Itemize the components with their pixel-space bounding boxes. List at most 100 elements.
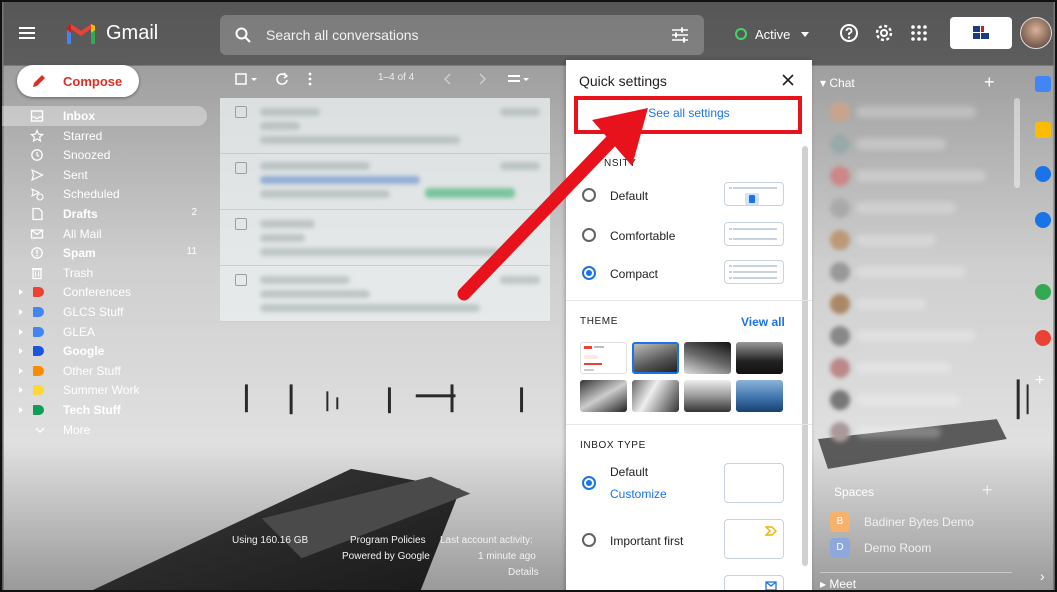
density-default-preview[interactable]: [724, 182, 784, 206]
contacts-icon[interactable]: [1035, 212, 1051, 228]
sidebar-item-starred[interactable]: Starred: [2, 126, 207, 146]
account-avatar[interactable]: [1020, 17, 1052, 49]
select-dropdown-icon[interactable]: [250, 71, 258, 87]
organization-logo[interactable]: [950, 17, 1012, 49]
sidebar-item-other-stuff[interactable]: Other Stuff: [2, 361, 207, 381]
previous-page-icon[interactable]: [440, 71, 456, 87]
theme-default-tile[interactable]: [580, 342, 627, 374]
density-comfortable-radio[interactable]: [582, 228, 596, 242]
sidebar-item-drafts[interactable]: Drafts 2: [2, 204, 207, 224]
theme-whale-tile[interactable]: [736, 380, 783, 412]
row-checkbox[interactable]: [235, 162, 247, 174]
expand-arrow-icon[interactable]: [19, 289, 23, 296]
email-row[interactable]: [220, 210, 550, 266]
storage-usage[interactable]: Using 160.16 GB: [232, 535, 308, 546]
density-comfortable-label[interactable]: Comfortable: [610, 229, 675, 243]
density-comfortable-preview[interactable]: [724, 222, 784, 246]
main-menu-icon[interactable]: [16, 22, 38, 44]
next-page-icon[interactable]: [474, 71, 490, 87]
inbox-default-preview[interactable]: [724, 463, 784, 503]
sidebar-item-scheduled[interactable]: Scheduled: [2, 184, 207, 204]
sidebar-item-trash[interactable]: Trash: [2, 263, 207, 283]
sidebar-item-summer-work[interactable]: Summer Work: [2, 380, 207, 400]
details-link[interactable]: Details: [508, 567, 539, 578]
keep-icon[interactable]: [1035, 122, 1051, 138]
search-icon[interactable]: [234, 26, 252, 44]
space-item[interactable]: B Badiner Bytes Demo: [830, 512, 1010, 532]
row-checkbox[interactable]: [235, 274, 247, 286]
sidebar-item-all-mail[interactable]: All Mail: [2, 224, 207, 244]
help-icon[interactable]: [838, 22, 860, 44]
expand-arrow-icon[interactable]: [19, 348, 23, 355]
search-bar[interactable]: Search all conversations: [220, 15, 704, 55]
sidebar-item-inbox[interactable]: Inbox: [2, 106, 207, 126]
theme-tunnel-tile[interactable]: [684, 342, 731, 374]
theme-shell-tile[interactable]: [632, 380, 679, 412]
email-row[interactable]: [220, 154, 550, 210]
addon-icon[interactable]: [1035, 330, 1051, 346]
sidebar-item-spam[interactable]: Spam 11: [2, 243, 207, 263]
chat-heading[interactable]: ▾ Chat: [820, 76, 855, 90]
chat-scrollbar[interactable]: [1014, 98, 1020, 188]
calendar-icon[interactable]: [1035, 76, 1051, 92]
split-pane-icon[interactable]: [506, 71, 522, 87]
refresh-icon[interactable]: [274, 71, 290, 87]
density-compact-preview[interactable]: [724, 260, 784, 284]
addon-icon[interactable]: [1035, 284, 1051, 300]
status-selector[interactable]: Active: [727, 19, 817, 49]
inbox-unread-first-preview[interactable]: [724, 575, 784, 590]
sidebar-item-glcs-stuff[interactable]: GLCS Stuff: [2, 302, 207, 322]
apps-grid-icon[interactable]: [908, 22, 930, 44]
inbox-default-radio[interactable]: [582, 476, 596, 490]
sidebar-item-snoozed[interactable]: Snoozed: [2, 145, 207, 165]
theme-bridge-tile[interactable]: [736, 342, 783, 374]
space-item[interactable]: D Demo Room: [830, 538, 1010, 558]
theme-wave-tile[interactable]: [580, 380, 627, 412]
settings-gear-icon[interactable]: [873, 22, 895, 44]
sidebar-item-google[interactable]: Google: [2, 341, 207, 361]
more-options-icon[interactable]: [302, 71, 318, 87]
close-icon[interactable]: [780, 72, 796, 88]
sidebar-item-more[interactable]: More: [2, 420, 207, 440]
app-name[interactable]: Gmail: [106, 22, 158, 45]
customize-inbox-link[interactable]: Customize: [610, 487, 667, 501]
theme-pier-dusk-tile[interactable]: [684, 380, 731, 412]
expand-arrow-icon[interactable]: [19, 308, 23, 315]
select-all-checkbox-icon[interactable]: [234, 71, 250, 87]
tasks-icon[interactable]: [1035, 166, 1051, 182]
inbox-default-label[interactable]: Default: [610, 465, 648, 479]
density-compact-radio[interactable]: [582, 266, 596, 280]
email-row[interactable]: [220, 266, 550, 322]
inbox-important-first-label[interactable]: Important first: [610, 534, 683, 548]
gmail-logo-icon[interactable]: [65, 20, 97, 46]
sidebar-item-sent[interactable]: Sent: [2, 165, 207, 185]
search-options-icon[interactable]: [670, 26, 690, 44]
compose-button[interactable]: Compose: [17, 65, 139, 97]
density-default-radio[interactable]: [582, 188, 596, 202]
expand-arrow-icon[interactable]: [19, 387, 23, 394]
split-pane-dropdown-icon[interactable]: [522, 71, 530, 87]
new-space-icon[interactable]: +: [982, 480, 993, 501]
expand-arrow-icon[interactable]: [19, 328, 23, 335]
search-input[interactable]: Search all conversations: [266, 27, 419, 43]
density-compact-label[interactable]: Compact: [610, 267, 658, 281]
sidebar-item-glea[interactable]: GLEA: [2, 322, 207, 342]
sidebar-item-conferences[interactable]: Conferences: [2, 282, 207, 302]
row-checkbox[interactable]: [235, 218, 247, 230]
row-checkbox[interactable]: [235, 106, 247, 118]
show-side-panel-icon[interactable]: ›: [1040, 568, 1045, 584]
inbox-important-first-preview[interactable]: [724, 519, 784, 559]
density-default-label[interactable]: Default: [610, 189, 648, 203]
meet-section[interactable]: ▸ Meet: [820, 572, 1012, 590]
theme-pier-tile-selected[interactable]: [632, 342, 679, 374]
expand-arrow-icon[interactable]: [19, 367, 23, 374]
see-all-settings-button[interactable]: See all settings: [586, 106, 792, 126]
new-chat-icon[interactable]: +: [984, 72, 995, 93]
expand-arrow-icon[interactable]: [19, 406, 23, 413]
program-policies-link[interactable]: Program Policies: [350, 535, 426, 546]
sidebar-item-tech-stuff[interactable]: Tech Stuff: [2, 400, 207, 420]
spaces-heading[interactable]: Spaces: [834, 485, 874, 499]
view-all-themes-link[interactable]: View all: [741, 315, 785, 329]
inbox-important-first-radio[interactable]: [582, 533, 596, 547]
get-addons-icon[interactable]: +: [1035, 372, 1044, 390]
